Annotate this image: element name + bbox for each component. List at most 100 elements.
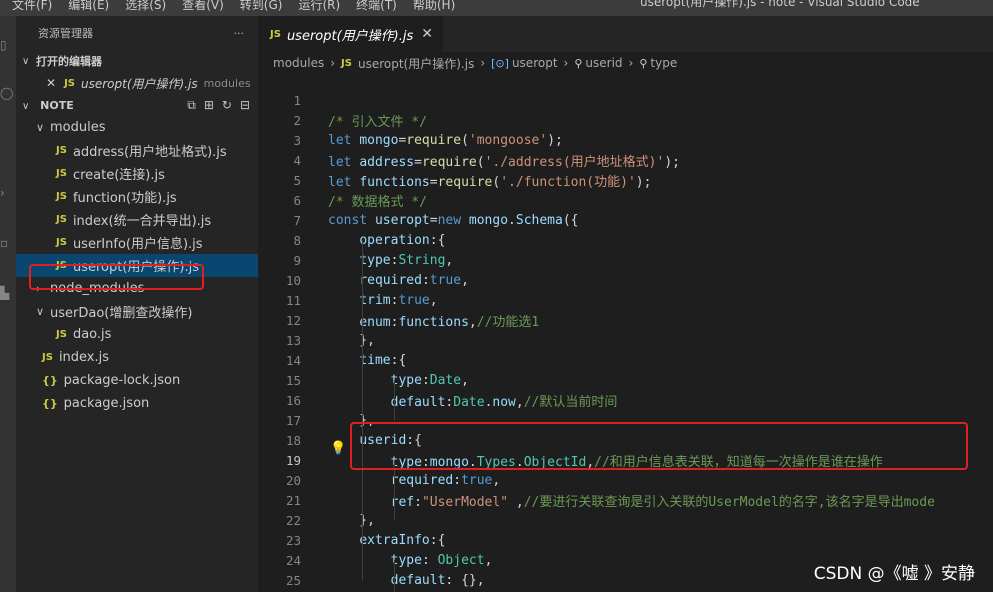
line-number: 21 (285, 492, 301, 508)
line-number: 3 (293, 132, 301, 148)
code-line[interactable]: 7 const useropt=new mongo.Schema({ (258, 210, 993, 230)
line-number: 9 (293, 252, 301, 268)
tree-item[interactable]: JS create(连接).js (16, 162, 258, 185)
code-editor[interactable]: 1 2/* 引入文件 */3 let mongo=require('mongoose… (258, 90, 993, 592)
open-editor-item[interactable]: ✕ JS useropt(用户操作).js modules (16, 72, 258, 94)
tree-item-label: address(用户地址格式).js (72, 145, 227, 160)
code-line[interactable]: 1 (258, 90, 993, 110)
code-line[interactable]: 12 enum:functions,//功能选1 (258, 310, 993, 330)
code-text: time:{ (359, 352, 407, 368)
code-line[interactable]: 6 /* 数据格式 */ (258, 190, 993, 210)
indent-guide (362, 240, 363, 580)
js-file-icon: JS (42, 352, 53, 363)
code-text: extraInfo:{ (359, 532, 446, 548)
menu-edit[interactable]: 编辑(E) (68, 0, 109, 13)
menu-selection[interactable]: 选择(S) (125, 0, 166, 13)
debug-icon[interactable]: ▫ (0, 236, 16, 250)
line-number: 20 (285, 472, 301, 488)
refresh-icon[interactable]: ↻ (222, 98, 232, 113)
tree-item-label: package.json (63, 396, 150, 411)
code-line[interactable]: 21 ref:"UserModel" ,//要进行关联查询是引入关联的UserM… (258, 490, 993, 510)
search-icon[interactable]: ◯ (0, 86, 16, 100)
window-title: useropt(用户操作).js - note - Visual Studio … (640, 0, 920, 9)
code-line[interactable]: 15 type:Date, (258, 370, 993, 390)
code-line[interactable]: 23 extraInfo:{ (258, 530, 993, 550)
menu-file[interactable]: 文件(F) (12, 0, 52, 13)
menu-run[interactable]: 运行(R) (298, 0, 340, 13)
lightbulb-icon[interactable]: 💡 (330, 441, 346, 456)
line-number: 25 (285, 572, 301, 588)
annotation-highlight-code (350, 422, 968, 470)
tree-item[interactable]: JS index(统一合并导出).js (16, 208, 258, 231)
tree-item[interactable]: ∨ modules (16, 116, 258, 139)
tree-item[interactable]: JS userInfo(用户信息).js (16, 231, 258, 254)
chevron-right-icon: › (480, 56, 486, 70)
open-editor-path: modules (203, 76, 251, 90)
line-number: 24 (285, 552, 301, 568)
chevron-down-icon: ∨ (22, 55, 30, 67)
js-file-icon: JS (341, 57, 352, 69)
close-icon[interactable]: ✕ (46, 76, 56, 90)
js-file-icon: JS (64, 77, 75, 89)
line-number: 17 (285, 412, 301, 428)
breadcrumb-item[interactable]: userid (585, 56, 622, 70)
chevron-down-icon: ∨ (22, 100, 30, 112)
more-actions-icon[interactable]: ··· (234, 27, 245, 40)
source-control-icon[interactable]: › (0, 186, 16, 200)
code-line[interactable]: 16 default:Date.now,//默认当前时间 (258, 390, 993, 410)
code-line[interactable]: 11 trim:true, (258, 290, 993, 310)
open-editor-name: useropt(用户操作).js (81, 76, 198, 91)
tree-item[interactable]: {} package.json (16, 392, 258, 415)
breadcrumb-item[interactable]: type (650, 56, 677, 70)
open-editors-label: 打开的编辑器 (36, 55, 102, 68)
tree-item-label: create(连接).js (72, 168, 165, 183)
extensions-icon[interactable]: ▙ (0, 286, 16, 300)
menu-go[interactable]: 转到(G) (240, 0, 283, 13)
menu-bar: 文件(F) 编辑(E) 选择(S) 查看(V) 转到(G) 运行(R) 终端(T… (12, 0, 471, 13)
menu-help[interactable]: 帮助(H) (413, 0, 455, 13)
line-number: 19 (285, 452, 301, 468)
code-line[interactable]: 2 /* 引入文件 */ (258, 110, 993, 130)
new-file-icon[interactable]: ⧉ (187, 98, 196, 113)
breadcrumb-item[interactable]: useropt(用户操作).js (358, 55, 474, 72)
menu-terminal[interactable]: 终端(T) (356, 0, 397, 13)
breadcrumb-item[interactable]: useropt (512, 56, 558, 70)
new-folder-icon[interactable]: ⊞ (204, 98, 214, 113)
code-line[interactable]: 10 required:true, (258, 270, 993, 290)
code-line[interactable]: 22 }, (258, 510, 993, 530)
chevron-right-icon: › (330, 56, 336, 70)
explorer-icon[interactable]: ▯ (0, 38, 16, 52)
explorer-title: 资源管理器 (38, 27, 93, 40)
explorer-actions: ⧉ ⊞ ↻ ⊟ (187, 98, 250, 113)
js-file-icon: JS (56, 237, 67, 248)
wrench-icon: ⚲ (574, 56, 583, 70)
code-line[interactable]: 4 let address=require('./address(用户地址格式)'… (258, 150, 993, 170)
tree-item[interactable]: JS address(用户地址格式).js (16, 139, 258, 162)
close-icon[interactable]: ✕ (421, 26, 433, 42)
code-line[interactable]: 8 operation:{ (258, 230, 993, 250)
line-number: 15 (285, 372, 301, 388)
code-line[interactable]: 14 time:{ (258, 350, 993, 370)
variable-icon: [⊙] (491, 56, 509, 70)
tree-item[interactable]: JS dao.js (16, 323, 258, 346)
menu-view[interactable]: 查看(V) (182, 0, 224, 13)
line-number: 7 (293, 212, 301, 228)
breadcrumb-item[interactable]: modules (273, 56, 324, 70)
note-section[interactable]: ∨ NOTE ⧉ ⊞ ↻ ⊟ (16, 94, 258, 116)
tree-item-label: userInfo(用户信息).js (72, 237, 203, 252)
watermark: CSDN @《嘘 》安静 (813, 564, 975, 584)
tree-item[interactable]: JS function(功能).js (16, 185, 258, 208)
tab-useropt[interactable]: JS useropt(用户操作).js ✕ (258, 16, 443, 52)
code-line[interactable]: 20 required:true, (258, 470, 993, 490)
code-line[interactable]: 9 type:String, (258, 250, 993, 270)
annotation-highlight-file (29, 264, 204, 290)
code-text: let address=require('./address(用户地址格式)')… (328, 154, 680, 170)
collapse-all-icon[interactable]: ⊟ (240, 98, 250, 113)
open-editors-section[interactable]: ∨ 打开的编辑器 (16, 50, 258, 72)
tree-item[interactable]: {} package-lock.json (16, 369, 258, 392)
code-line[interactable]: 13 }, (258, 330, 993, 350)
code-line[interactable]: 3 let mongo=require('mongoose'); (258, 130, 993, 150)
code-line[interactable]: 5 let functions=require('./function(功能)')… (258, 170, 993, 190)
tree-item[interactable]: JS index.js (16, 346, 258, 369)
tree-item[interactable]: ∨ userDao(增删查改操作) (16, 300, 258, 323)
